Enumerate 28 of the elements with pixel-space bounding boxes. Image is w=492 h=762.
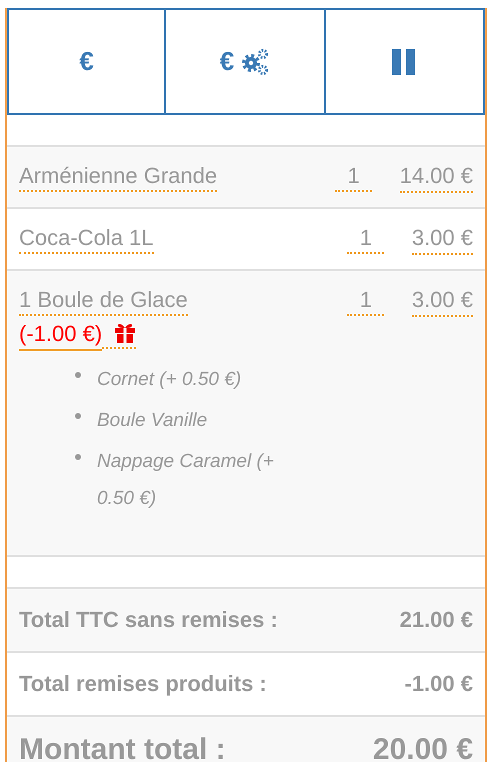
bullet <box>75 372 81 378</box>
grand-total-value[interactable]: 20.00 € <box>372 733 473 762</box>
payment-settings-button[interactable]: € <box>164 8 326 115</box>
item-quantity[interactable]: 1 <box>347 287 384 316</box>
total-value: 21.00 € <box>400 607 473 633</box>
total-label: Total remises produits : <box>19 671 267 697</box>
bullet <box>75 454 81 460</box>
item-price[interactable]: 3.00 € <box>412 287 473 317</box>
item-option: Boule Vanille <box>97 402 208 439</box>
payment-button[interactable]: € <box>7 8 166 115</box>
grand-total-label[interactable]: Montant total : <box>19 733 226 762</box>
bullet <box>75 413 81 419</box>
item-quantity[interactable]: 1 <box>335 163 372 192</box>
pause-button[interactable] <box>324 8 485 115</box>
total-label: Total TTC sans remises : <box>19 607 278 633</box>
gift-icon[interactable] <box>102 323 136 349</box>
item-name[interactable]: Coca-Cola 1L <box>19 225 154 254</box>
item-name[interactable]: 1 Boule de Glace <box>19 287 188 316</box>
item-price[interactable]: 14.00 € <box>400 163 473 193</box>
item-quantity[interactable]: 1 <box>347 225 384 254</box>
total-value: -1.00 € <box>404 671 473 697</box>
item-discount[interactable]: (-1.00 €) <box>19 321 102 351</box>
item-price[interactable]: 3.00 € <box>412 225 473 255</box>
item-name[interactable]: Arménienne Grande <box>19 163 218 192</box>
item-option: Cornet (+ 0.50 €) <box>97 361 242 398</box>
pause-icon <box>392 48 416 74</box>
item-option: Nappage Caramel (+ 0.50 €) <box>97 443 297 517</box>
gears-icon <box>240 46 270 76</box>
